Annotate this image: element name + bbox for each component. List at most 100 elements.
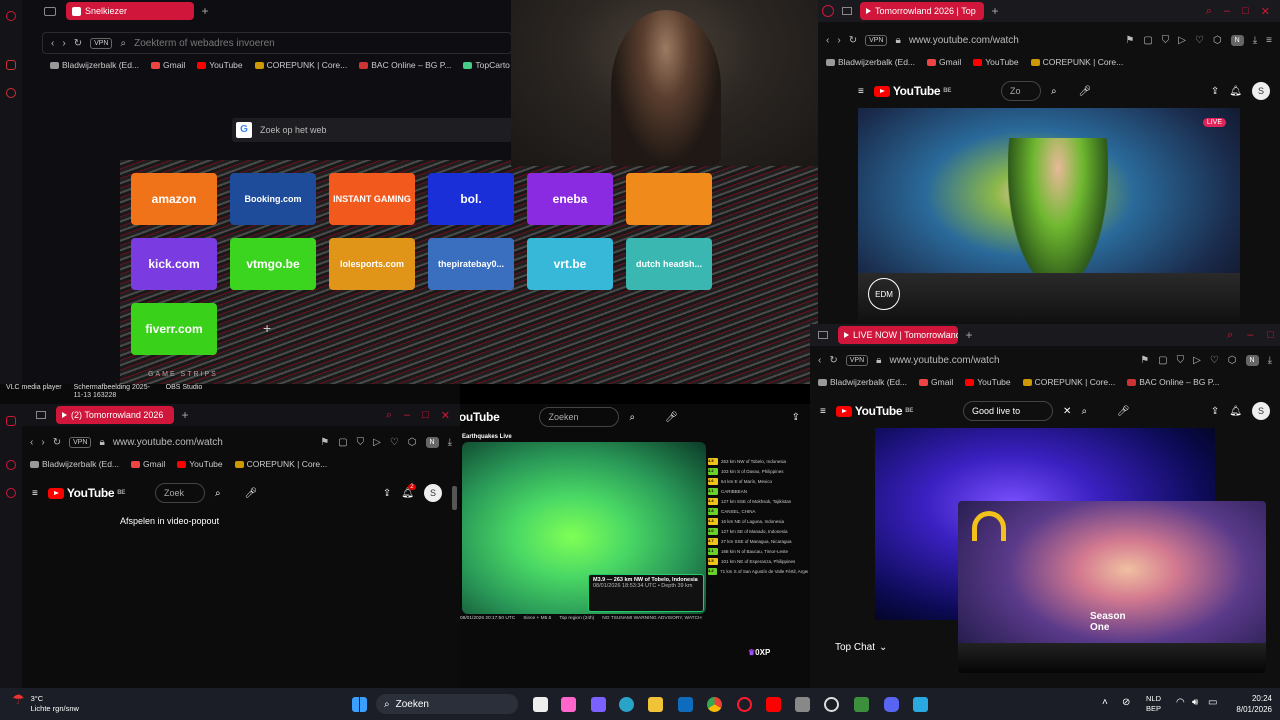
bookmark-item[interactable]: Gmail: [151, 60, 185, 70]
vpn-badge[interactable]: VPN: [845, 354, 869, 366]
profile-icon[interactable]: N: [425, 436, 439, 448]
reload-icon[interactable]: ↻: [849, 35, 857, 46]
speed-dial-tile[interactable]: eneba: [527, 173, 613, 225]
minecraft-icon[interactable]: [854, 697, 869, 712]
back-icon[interactable]: ‹: [51, 38, 54, 49]
speed-dial-tile[interactable]: dutch headsh...: [626, 238, 712, 290]
vlc-item[interactable]: VLC media player: [6, 384, 62, 404]
heart-icon[interactable]: ♡: [390, 437, 399, 448]
speed-dial-tile[interactable]: Booking.com: [230, 173, 316, 225]
mic-icon[interactable]: 🎤︎: [665, 412, 678, 423]
tab-tomorrowland[interactable]: (2) Tomorrowland 2026: [56, 406, 174, 424]
web-search-box[interactable]: G Zoek op het web: [232, 118, 512, 142]
extension-icon[interactable]: ⚑: [1125, 35, 1134, 46]
profile-icon[interactable]: N: [1230, 34, 1244, 46]
bookmark-item[interactable]: COREPUNK | Core...: [1030, 57, 1123, 67]
close-icon[interactable]: ✕: [441, 409, 450, 422]
puzzle-icon[interactable]: ⬡: [1228, 355, 1237, 366]
edge-icon[interactable]: [619, 697, 634, 712]
volume-icon[interactable]: 🔊︎: [1192, 697, 1198, 708]
tab-manager-icon[interactable]: [842, 7, 852, 15]
close-icon[interactable]: ✕: [1261, 5, 1270, 18]
mic-icon[interactable]: 🎤︎: [245, 488, 258, 499]
bell-icon[interactable]: 🔔︎: [1229, 406, 1242, 417]
speed-dial-tile[interactable]: fiverr.com: [131, 303, 217, 355]
bookmark-item[interactable]: Gmail: [927, 57, 961, 67]
quake-list-item[interactable]: 4.5 263 km NW of Tobelo, Indonesia: [708, 456, 808, 466]
messenger-icon[interactable]: [6, 416, 16, 426]
speed-dial-tile[interactable]: kick.com: [131, 238, 217, 290]
search-icon[interactable]: ⌕: [215, 488, 221, 499]
new-tab-button[interactable]: +: [198, 4, 212, 18]
extension-icon[interactable]: ⚑: [320, 437, 329, 448]
snapshot-icon[interactable]: ▢: [338, 437, 347, 448]
snapshot-icon[interactable]: ▢: [1143, 35, 1152, 46]
speed-dial-tile[interactable]: vtmgo.be: [230, 238, 316, 290]
search-tabs-icon[interactable]: ⌕: [386, 409, 392, 422]
bookmark-item[interactable]: Gmail: [919, 377, 953, 387]
maximize-icon[interactable]: □: [1242, 5, 1249, 18]
avatar[interactable]: S: [1252, 402, 1270, 420]
speed-dial-tile[interactable]: amazon: [131, 173, 217, 225]
upload-icon[interactable]: ⇪: [792, 412, 800, 423]
yt-search-input[interactable]: Zoek: [155, 483, 206, 503]
bookmark-item[interactable]: Gmail: [131, 459, 165, 469]
youtube-taskbar-icon[interactable]: [766, 697, 781, 712]
bookmark-item[interactable]: COREPUNK | Core...: [1022, 377, 1115, 387]
tab-manager-icon[interactable]: [36, 411, 46, 419]
quake-list-item[interactable]: 3.8 CANSEL, CHINA: [708, 506, 808, 516]
youtube-logo[interactable]: YouTube BE: [47, 486, 125, 500]
add-tile-icon[interactable]: +: [263, 320, 271, 336]
bookmark-item[interactable]: COREPUNK | Core...: [234, 459, 327, 469]
search-icon[interactable]: ⌕: [1081, 406, 1087, 417]
task-view-icon[interactable]: [533, 697, 548, 712]
vpn-badge[interactable]: VPN: [69, 436, 92, 448]
bookmark-item[interactable]: YouTube: [973, 57, 1019, 67]
history-icon[interactable]: [6, 460, 16, 470]
new-tab-button[interactable]: +: [178, 408, 192, 422]
clock[interactable]: 20:24 8/01/2026: [1224, 693, 1272, 715]
play-icon[interactable]: ▷: [373, 437, 381, 448]
upload-icon[interactable]: ⇪: [383, 488, 391, 499]
bell-icon[interactable]: 🔔︎ 2: [401, 483, 416, 499]
calculator-icon[interactable]: [795, 697, 810, 712]
back-icon[interactable]: ‹: [818, 355, 821, 366]
download-icon[interactable]: ⤓: [1268, 355, 1272, 366]
speed-dial-tile[interactable]: vrt.be: [527, 238, 613, 290]
tab-live-now[interactable]: LIVE NOW | Tomorrowland: [838, 326, 958, 344]
download-icon[interactable]: ⤓: [1253, 35, 1257, 46]
puzzle-icon[interactable]: ⬡: [408, 437, 417, 448]
language-indicator[interactable]: NLD BEP: [1146, 694, 1161, 714]
yt-search-input[interactable]: Zo: [1001, 81, 1042, 101]
avatar[interactable]: S: [1252, 82, 1270, 100]
vpn-badge[interactable]: VPN: [90, 37, 113, 49]
menu-icon[interactable]: ≡: [1266, 35, 1272, 46]
shield-icon[interactable]: ⛉: [1162, 35, 1170, 46]
weather-widget[interactable]: ☂ 3°C Lichte rgn/snw: [12, 692, 79, 714]
mic-icon[interactable]: 🎤︎: [1117, 406, 1130, 417]
youtube-logo[interactable]: YouTube: [460, 410, 500, 424]
youtube-logo[interactable]: YouTube BE: [873, 84, 951, 98]
screenshot-item[interactable]: Schermafbeelding 2025-11-13 163228: [74, 384, 154, 404]
quake-list-item[interactable]: 4.6 64 km E of Marín, Mexico: [708, 476, 808, 486]
reload-icon[interactable]: ↻: [53, 437, 61, 448]
shield-icon[interactable]: ⛉: [357, 437, 365, 448]
quake-list-item[interactable]: 4.2 71 km S of San Agustín de Valle Férti…: [708, 566, 808, 576]
avatar[interactable]: S: [424, 484, 442, 502]
teams-icon[interactable]: [591, 697, 606, 712]
search-tabs-icon[interactable]: ⌕: [1206, 5, 1212, 18]
opera-logo-icon[interactable]: [6, 11, 16, 21]
youtube-logo[interactable]: YouTube BE: [835, 404, 913, 418]
discord-icon[interactable]: [884, 697, 899, 712]
obs-item[interactable]: OBS Studio: [166, 384, 203, 404]
url-field[interactable]: www.youtube.com/watch: [889, 355, 999, 366]
heart-icon[interactable]: ♡: [1195, 35, 1204, 46]
photos-icon[interactable]: [913, 697, 928, 712]
forward-icon[interactable]: ›: [837, 35, 840, 46]
tab-manager-icon[interactable]: [818, 331, 828, 339]
settings-icon[interactable]: [824, 697, 839, 712]
yt-search-input[interactable]: Zoeken: [539, 407, 620, 427]
quake-list-item[interactable]: 4.7 27 km SSE of Managua, Nicaragua: [708, 536, 808, 546]
yt-search-input[interactable]: Good live to: [963, 401, 1054, 421]
bookmark-item[interactable]: YouTube: [177, 459, 223, 469]
